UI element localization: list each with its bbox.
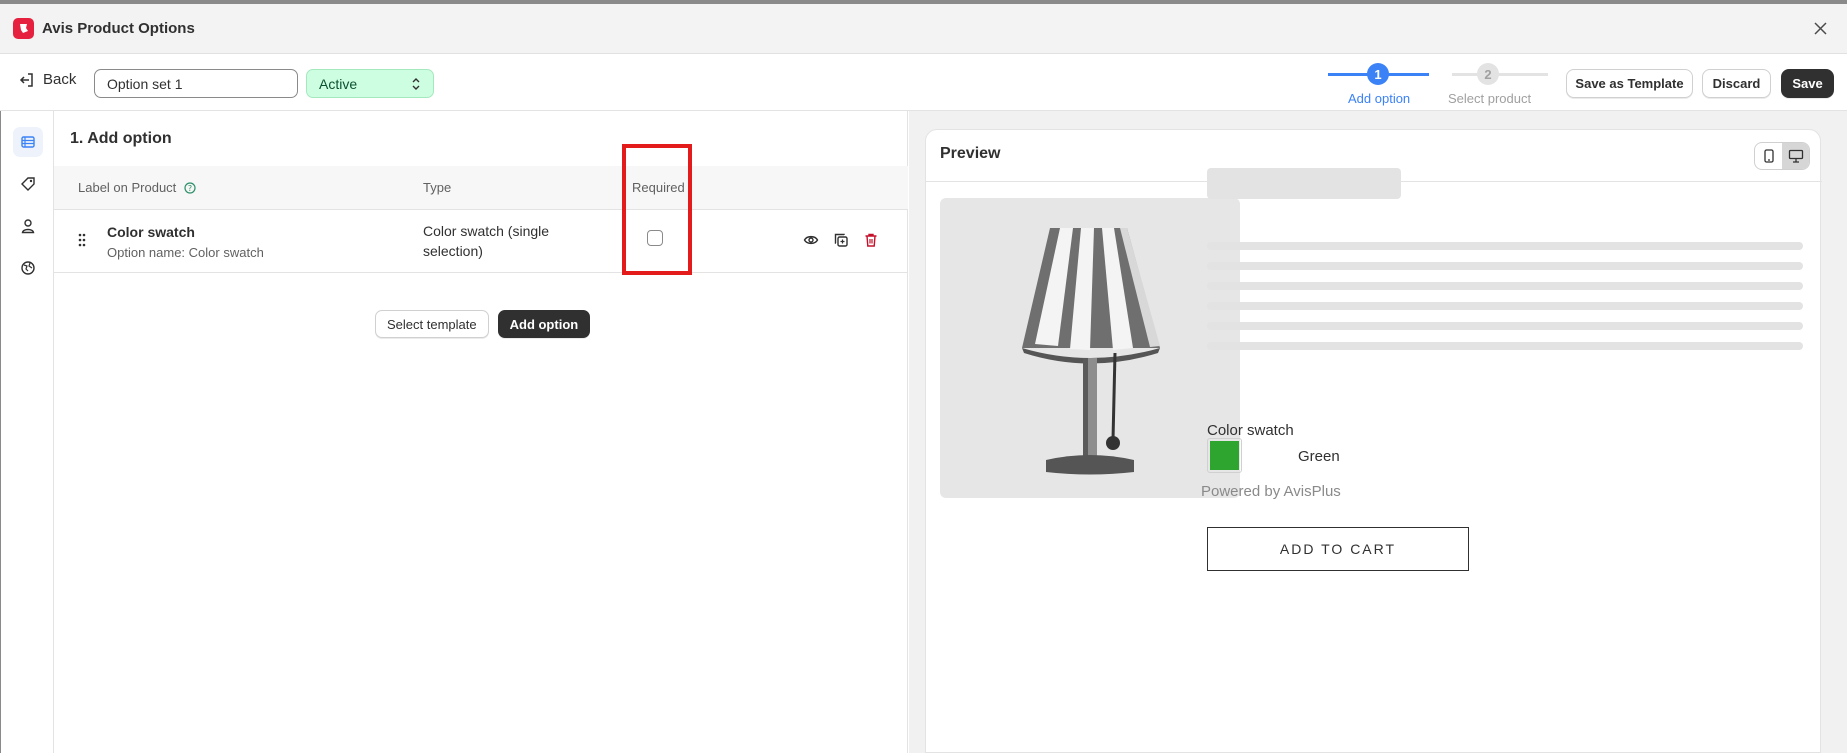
mobile-icon bbox=[1763, 149, 1774, 163]
title-skeleton bbox=[1207, 168, 1401, 199]
text-skeleton-line bbox=[1207, 342, 1803, 350]
trash-icon bbox=[865, 233, 877, 247]
column-header-type: Type bbox=[423, 180, 452, 195]
mobile-view-button[interactable] bbox=[1755, 143, 1782, 169]
option-name: Option name: Color swatch bbox=[107, 245, 264, 260]
step-2-circle[interactable]: 2 bbox=[1477, 63, 1499, 85]
option-actions: Select template Add option bbox=[375, 310, 591, 338]
text-skeleton-line bbox=[1207, 282, 1803, 290]
back-arrow-icon bbox=[19, 72, 33, 87]
status-value: Active bbox=[319, 75, 358, 92]
delete-button[interactable] bbox=[861, 230, 881, 250]
powered-by-text: Powered by AvisPlus bbox=[1201, 483, 1341, 500]
text-skeleton-line bbox=[1207, 262, 1803, 270]
left-rail bbox=[1, 111, 54, 753]
option-label: Color swatch bbox=[107, 224, 195, 240]
lamp-illustration bbox=[1022, 228, 1160, 475]
help-icon[interactable]: ? bbox=[184, 181, 196, 194]
table-header: Label on Product ? Type Required bbox=[54, 166, 908, 210]
discard-button[interactable]: Discard bbox=[1702, 69, 1771, 98]
option-set-name-input[interactable] bbox=[94, 69, 298, 98]
rail-item-markets[interactable] bbox=[13, 253, 43, 283]
column-label-text: Label on Product bbox=[78, 180, 177, 195]
column-header-label: Label on Product ? bbox=[78, 180, 196, 195]
drag-handle-icon[interactable] bbox=[77, 233, 87, 247]
text-skeleton-line bbox=[1207, 302, 1803, 310]
table-row[interactable]: Color swatch Option name: Color swatch C… bbox=[54, 211, 908, 273]
options-list-icon bbox=[21, 136, 35, 148]
add-to-cart-button[interactable]: ADD TO CART bbox=[1207, 527, 1469, 571]
column-header-required: Required bbox=[632, 180, 685, 195]
product-image bbox=[940, 198, 1240, 498]
status-select[interactable]: Active bbox=[306, 69, 434, 98]
app-logo-icon bbox=[13, 18, 34, 39]
step-1-label[interactable]: Add option bbox=[1348, 91, 1410, 106]
option-type: Color swatch (single selection) bbox=[423, 223, 550, 259]
close-icon[interactable] bbox=[1809, 17, 1831, 39]
duplicate-button[interactable] bbox=[831, 230, 851, 250]
text-skeleton-line bbox=[1207, 322, 1803, 330]
select-chevron-icon bbox=[412, 77, 420, 90]
back-button[interactable]: Back bbox=[19, 71, 76, 88]
options-panel: 1. Add option Label on Product ? Type Re… bbox=[54, 111, 908, 753]
select-template-button[interactable]: Select template bbox=[375, 310, 489, 338]
desktop-icon bbox=[1788, 149, 1803, 163]
preview-card: Preview Color swatch Green Powered by Av… bbox=[925, 129, 1822, 753]
color-swatch-green[interactable] bbox=[1207, 438, 1242, 473]
save-button[interactable]: Save bbox=[1781, 69, 1834, 98]
rail-item-customers[interactable] bbox=[13, 211, 43, 241]
required-checkbox[interactable] bbox=[647, 230, 663, 246]
section-title: 1. Add option bbox=[70, 130, 172, 147]
back-label: Back bbox=[43, 71, 77, 88]
rail-item-tags[interactable] bbox=[13, 169, 43, 199]
swatch-color-fill bbox=[1210, 441, 1239, 470]
globe-icon bbox=[21, 261, 35, 275]
device-toggle bbox=[1754, 142, 1810, 170]
top-toolbar: Back Active 1 Add option 2 Select produc… bbox=[0, 54, 1847, 111]
add-option-button[interactable]: Add option bbox=[497, 310, 591, 338]
svg-text:?: ? bbox=[188, 184, 192, 193]
app-title: Avis Product Options bbox=[42, 20, 195, 37]
tag-icon bbox=[21, 177, 35, 191]
person-icon bbox=[21, 219, 35, 234]
stepper: 1 Add option 2 Select product bbox=[1328, 62, 1548, 107]
duplicate-icon bbox=[834, 233, 848, 247]
swatch-value-name: Green bbox=[1298, 448, 1340, 465]
preview-title: Preview bbox=[940, 145, 1001, 162]
step-line-inactive bbox=[1452, 73, 1548, 76]
text-skeleton-line bbox=[1207, 242, 1803, 250]
eye-icon bbox=[803, 235, 819, 245]
rail-item-options[interactable] bbox=[13, 127, 43, 157]
title-bar: Avis Product Options bbox=[0, 4, 1847, 54]
step-2-label[interactable]: Select product bbox=[1448, 91, 1531, 106]
step-1-circle[interactable]: 1 bbox=[1367, 63, 1389, 85]
swatch-option-label: Color swatch bbox=[1207, 422, 1294, 439]
desktop-view-button[interactable] bbox=[1782, 143, 1809, 169]
save-as-template-button[interactable]: Save as Template bbox=[1566, 69, 1693, 98]
view-button[interactable] bbox=[801, 230, 821, 250]
